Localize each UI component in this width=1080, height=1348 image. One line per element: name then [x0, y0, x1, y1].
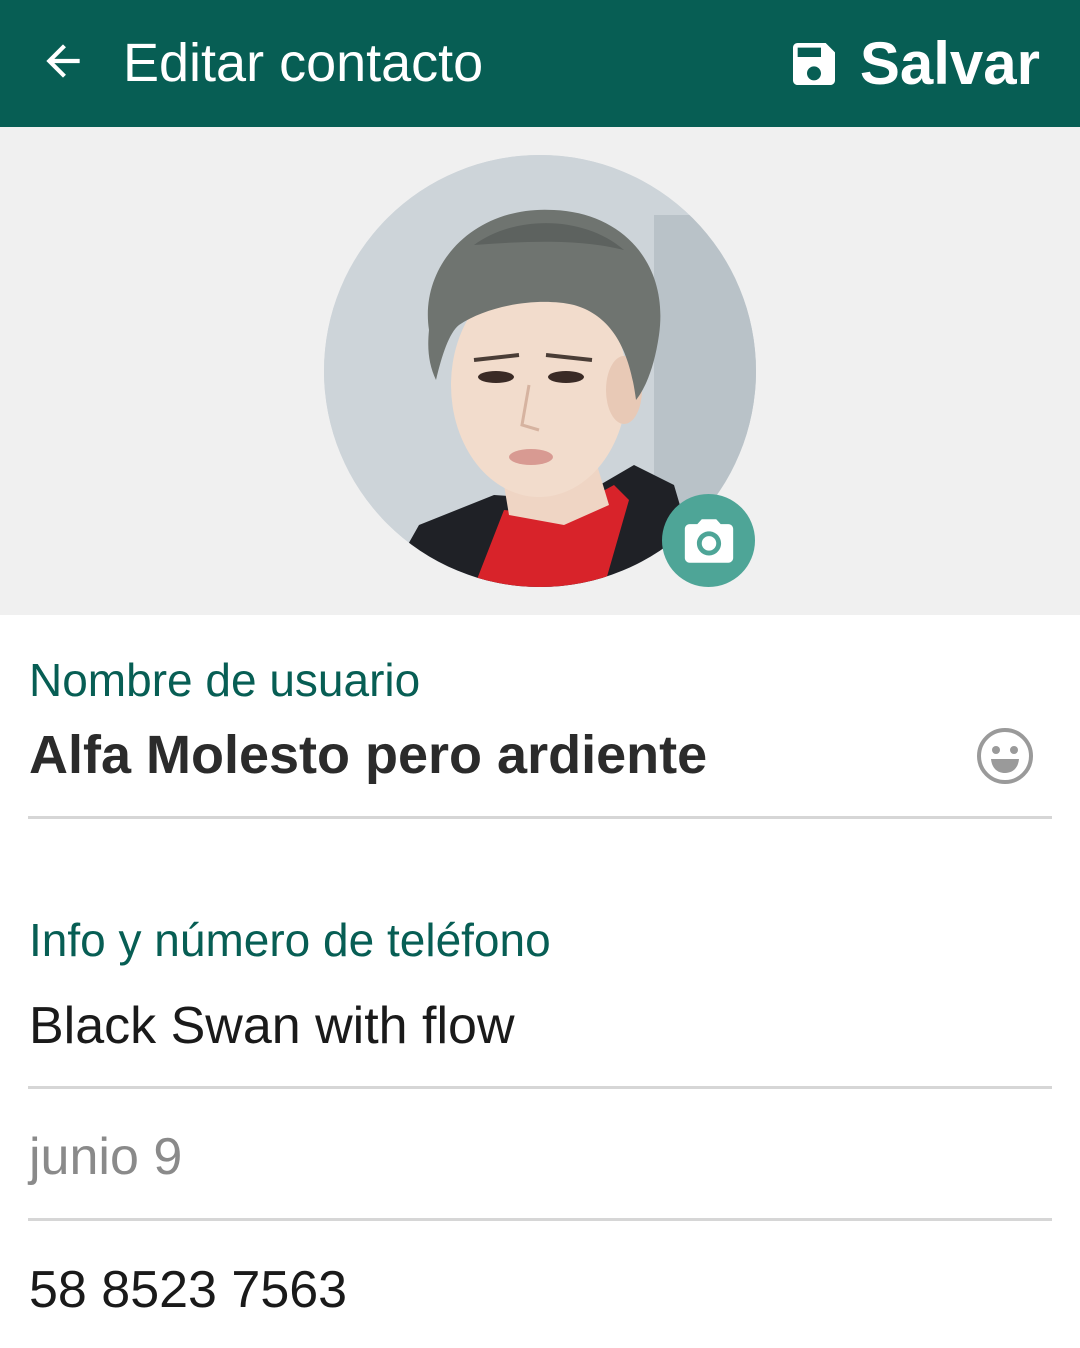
divider — [28, 1086, 1052, 1089]
app-bar: Editar contacto Salvar — [0, 0, 1080, 127]
username-field[interactable]: Alfa Molesto pero ardiente — [29, 722, 707, 788]
arrow-back-icon — [46, 44, 80, 78]
phone-number: 58 8523 7563 — [29, 1261, 348, 1319]
smiley-icon — [977, 728, 1033, 784]
change-photo-button[interactable] — [662, 494, 755, 587]
profile-photo-area — [0, 127, 1080, 615]
emoji-button[interactable] — [974, 725, 1036, 787]
save-button-label: Salvar — [859, 30, 1040, 97]
save-button[interactable]: Salvar — [786, 26, 1040, 102]
divider — [28, 816, 1052, 819]
about-date: junio 9 — [29, 1128, 183, 1186]
floppy-disk-icon — [792, 43, 835, 85]
camera-icon — [684, 518, 733, 563]
back-button[interactable] — [28, 26, 98, 96]
about-field[interactable]: Black Swan with flow — [29, 994, 515, 1058]
info-section-label: Info y número de teléfono — [29, 914, 551, 966]
divider — [28, 1218, 1052, 1221]
page-title: Editar contacto — [123, 33, 484, 93]
username-label: Nombre de usuario — [29, 654, 421, 706]
